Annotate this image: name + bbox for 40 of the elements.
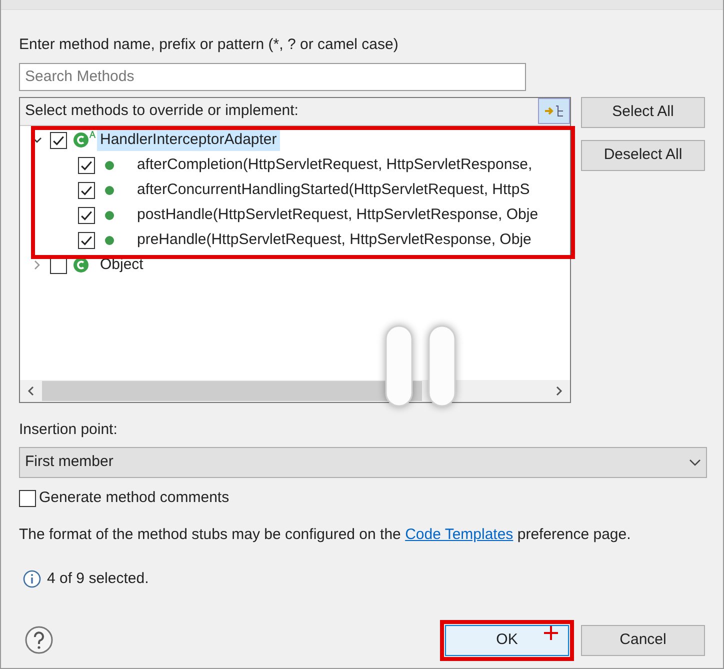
public-method-icon (105, 210, 114, 220)
code-templates-link[interactable]: Code Templates (405, 526, 514, 542)
selection-status: 4 of 9 selected. (47, 569, 149, 589)
template-note: The format of the method stubs may be configured on the Code Templates preference page. (19, 524, 632, 544)
insertion-point-dropdown[interactable]: First member (19, 447, 707, 478)
tree-item[interactable]: HandlerInterceptorAdapter (97, 128, 280, 152)
side-button[interactable]: Deselect All (581, 140, 705, 170)
help-icon[interactable] (25, 626, 53, 654)
tree-item[interactable]: afterConcurrentHandlingStarted(HttpServletRequest, HttpS (134, 178, 533, 202)
info-icon (23, 570, 41, 588)
horizontal-scrollbar[interactable] (20, 380, 570, 402)
tree-header-label: Select methods to override or implement: (24, 100, 300, 121)
side-button[interactable]: Select All (581, 96, 705, 128)
scrollbar-thumb[interactable] (42, 380, 422, 400)
tree-item[interactable]: afterCompletion(HttpServletRequest, HttpServletResponse, (134, 154, 536, 176)
public-method-icon (105, 186, 114, 194)
checkbox[interactable] (50, 132, 67, 148)
hierarchy-toggle-button[interactable] (538, 98, 570, 124)
prompt-label: Enter method name, prefix or pattern (*, ? or camel case) (19, 35, 400, 55)
checkbox[interactable] (78, 232, 95, 248)
class-icon (73, 132, 89, 148)
tree-item[interactable]: Object (97, 254, 146, 276)
insertion-point-label: Insertion point: (19, 420, 118, 440)
checkbox[interactable] (78, 206, 95, 224)
tree-item[interactable]: postHandle(HttpServletRequest, HttpServletResponse, Obje (134, 204, 542, 226)
crosshair-cursor-icon (544, 626, 558, 640)
tree-item[interactable]: preHandle(HttpServletRequest, HttpServletResponse, Obje (134, 228, 534, 252)
chevron-down-icon (689, 458, 701, 466)
scroll-right-icon[interactable] (554, 386, 564, 396)
search-field[interactable]: Search Methods (19, 62, 526, 90)
public-method-icon (105, 236, 114, 244)
hierarchy-icon (544, 104, 564, 118)
checkbox[interactable] (19, 490, 36, 507)
scroll-left-icon[interactable] (26, 386, 36, 396)
checkbox[interactable] (78, 156, 95, 174)
class-icon (73, 257, 89, 273)
checkbox-label[interactable]: Generate method comments (39, 487, 230, 510)
dialog-button[interactable]: Cancel (581, 624, 705, 656)
checkbox[interactable] (78, 182, 95, 198)
public-method-icon (105, 160, 114, 170)
